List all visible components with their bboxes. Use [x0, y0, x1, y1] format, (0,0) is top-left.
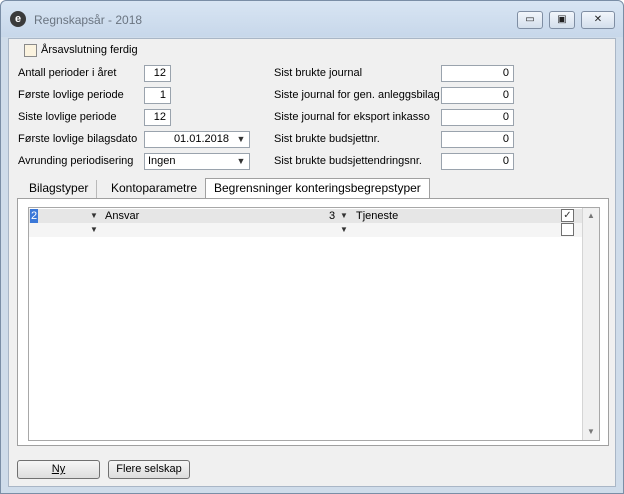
first-date-value: 01.01.2018	[173, 133, 229, 145]
first-period-input[interactable]: 1	[144, 87, 171, 104]
scroll-up-icon[interactable]: ▲	[584, 208, 598, 224]
last-journal-input[interactable]: 0	[441, 65, 514, 82]
scroll-down-icon[interactable]: ▼	[584, 424, 598, 440]
tab-kontoparametre[interactable]: Kontoparametre	[103, 180, 207, 198]
new-button[interactable]: Ny	[17, 460, 100, 479]
year-end-label: Årsavslutning ferdig	[41, 44, 138, 56]
app-logo-icon: e	[10, 11, 26, 27]
chevron-down-icon[interactable]: ▼	[340, 223, 348, 237]
title-bar[interactable]: e Regnskapsår - 2018 ▭ ▣ ✕	[1, 1, 623, 37]
rounding-select[interactable]: Ingen ▼	[144, 153, 250, 170]
tab-begrensninger[interactable]: Begrensninger konteringsbegrepstyper	[205, 178, 430, 199]
last-asset-journal-input[interactable]: 0	[441, 87, 514, 104]
periods-input[interactable]: 12	[144, 65, 171, 82]
first-date-picker[interactable]: 01.01.2018 ▼	[144, 131, 250, 148]
chevron-down-icon[interactable]: ▼	[90, 209, 98, 223]
chevron-down-icon[interactable]: ▼	[340, 209, 348, 223]
table-row[interactable]: ▼ ▼	[29, 223, 583, 237]
chevron-down-icon[interactable]: ▼	[233, 154, 249, 169]
chevron-down-icon[interactable]: ▼	[233, 132, 249, 147]
main-window: e Regnskapsår - 2018 ▭ ▣ ✕ Årsavslutning…	[0, 0, 624, 494]
grid-cell-name2[interactable]: Tjeneste	[356, 209, 398, 223]
close-button[interactable]: ✕	[581, 11, 615, 29]
form-area: Årsavslutning ferdig Antall perioder i å…	[8, 38, 616, 487]
chevron-down-icon[interactable]: ▼	[90, 223, 98, 237]
grid-checkbox[interactable]	[561, 223, 574, 236]
last-budget-label: Sist brukte budsjettnr.	[274, 133, 380, 145]
minimize-button[interactable]: ▭	[517, 11, 543, 29]
rounding-value: Ingen	[148, 155, 176, 167]
more-companies-button[interactable]: Flere selskap	[108, 460, 190, 479]
last-budget-change-input[interactable]: 0	[441, 153, 514, 170]
new-button-label: Ny	[51, 463, 66, 475]
year-end-checkbox[interactable]	[24, 44, 37, 57]
last-export-journal-input[interactable]: 0	[441, 109, 514, 126]
last-asset-journal-label: Siste journal for gen. anleggsbilag	[274, 89, 440, 101]
first-date-label: Første lovlige bilagsdato	[18, 133, 138, 145]
periods-label: Antall perioder i året	[18, 67, 117, 79]
last-export-journal-label: Siste journal for eksport inkasso	[274, 111, 430, 123]
grid-cell-code1[interactable]: 2	[30, 209, 39, 223]
tab-bilagstyper[interactable]: Bilagstyper	[21, 180, 98, 198]
last-budget-change-label: Sist brukte budsjettendringsnr.	[274, 155, 422, 167]
check-icon[interactable]: ✓	[561, 209, 574, 222]
table-row[interactable]: 2 ▼ Ansvar 3 ▼ Tjeneste ✓	[29, 209, 583, 223]
vertical-scrollbar[interactable]: ▲ ▼	[582, 208, 599, 440]
restore-button[interactable]: ▣	[549, 11, 575, 29]
grid-cell-name1[interactable]: Ansvar	[105, 209, 139, 223]
rounding-label: Avrunding periodisering	[18, 155, 134, 167]
restrictions-grid: 2 ▼ Ansvar 3 ▼ Tjeneste ✓ ▼ ▼ ▲ ▼	[28, 207, 600, 441]
last-budget-input[interactable]: 0	[441, 131, 514, 148]
last-period-label: Siste lovlige periode	[18, 111, 117, 123]
grid-cell-code2[interactable]: 3	[329, 209, 335, 223]
window-title: Regnskapsår - 2018	[34, 13, 143, 27]
last-period-input[interactable]: 12	[144, 109, 171, 126]
tab-panel: 2 ▼ Ansvar 3 ▼ Tjeneste ✓ ▼ ▼ ▲ ▼	[17, 198, 609, 446]
last-journal-label: Sist brukte journal	[274, 67, 363, 79]
first-period-label: Første lovlige periode	[18, 89, 124, 101]
